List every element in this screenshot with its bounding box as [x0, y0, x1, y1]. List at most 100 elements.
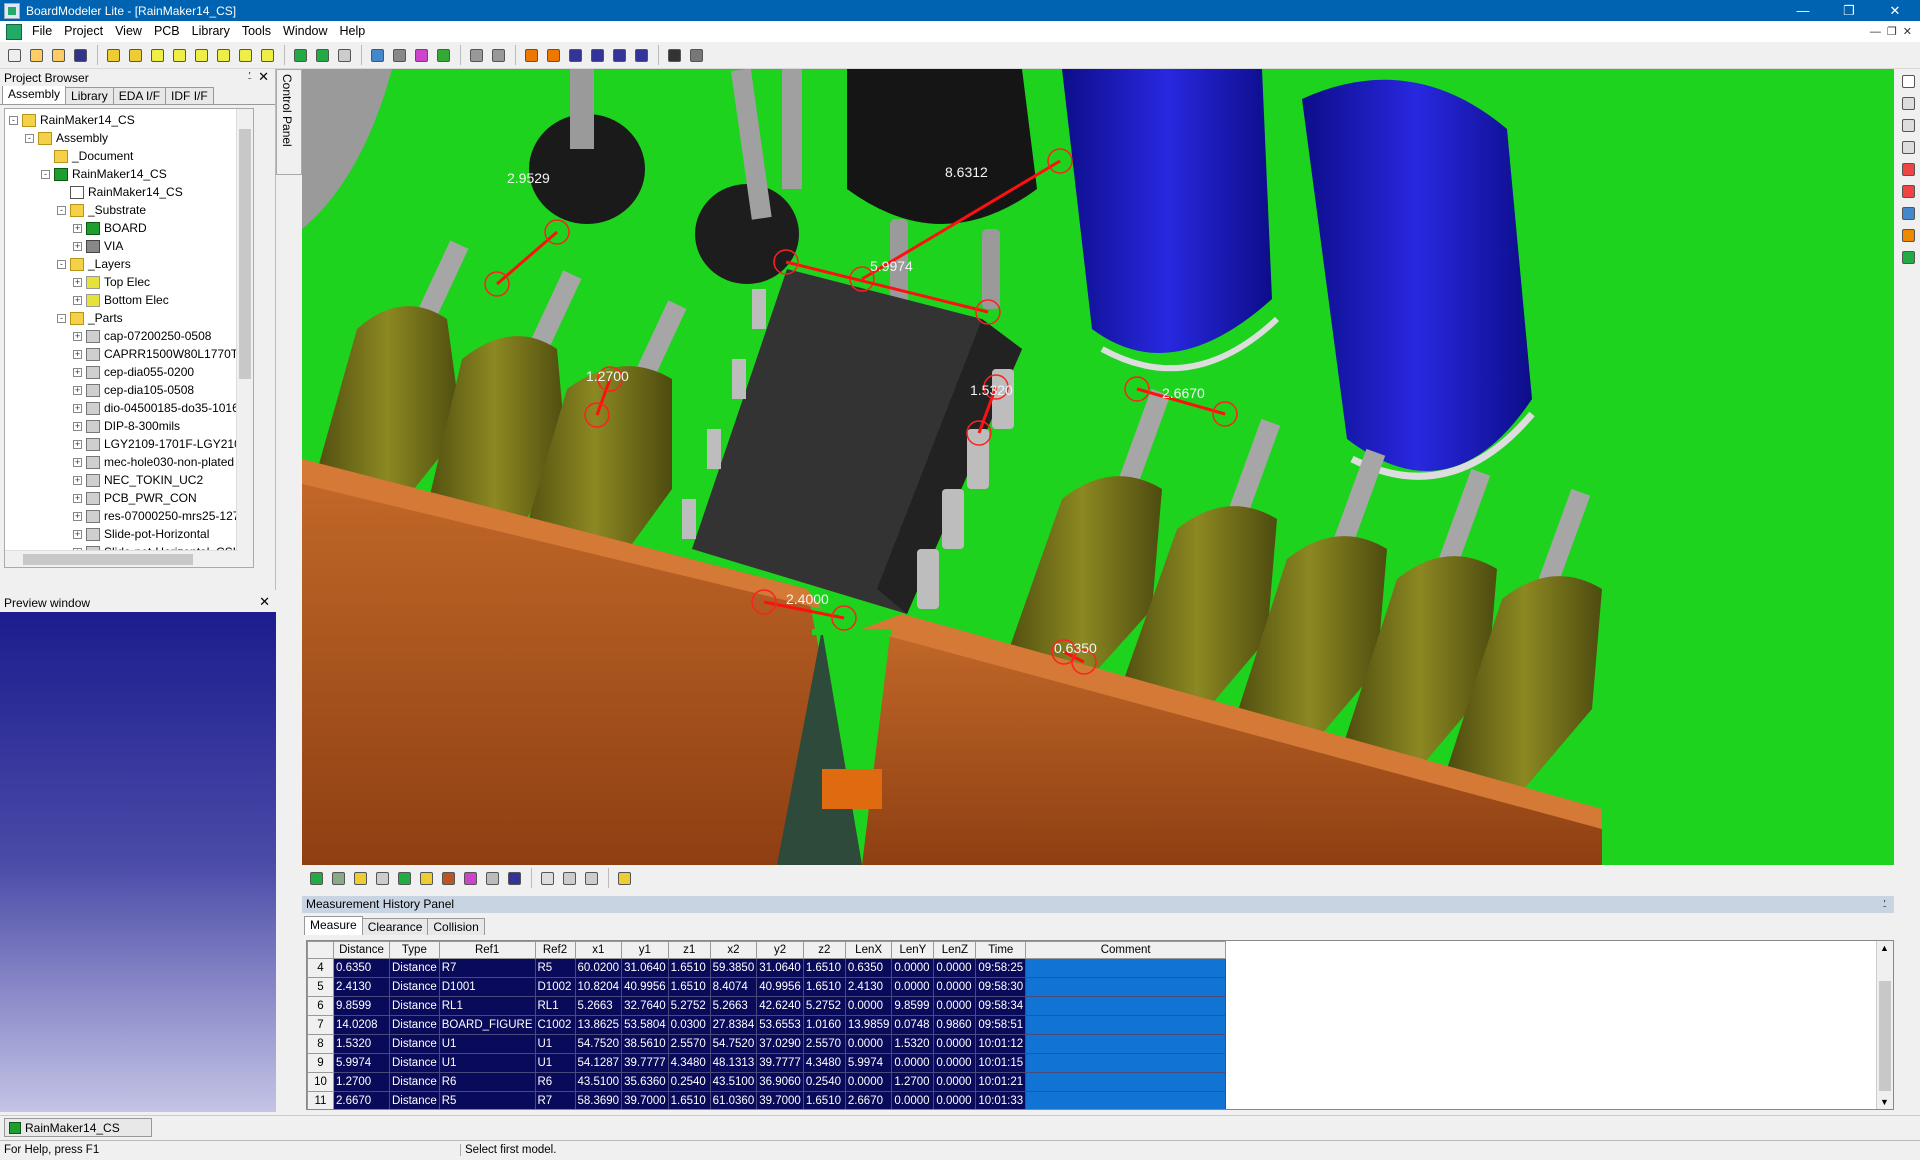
table-cell[interactable]: 10:01:15: [975, 1053, 1027, 1073]
table-cell[interactable]: Distance: [389, 1034, 440, 1054]
table-cell[interactable]: 5.2752: [667, 996, 711, 1016]
menu-file[interactable]: File: [26, 21, 58, 42]
close-icon[interactable]: ✕: [258, 69, 269, 85]
column-header-type[interactable]: Type: [389, 941, 440, 959]
column-header-y1[interactable]: y1: [621, 941, 669, 959]
table-cell[interactable]: 4.3480: [802, 1053, 846, 1073]
table-row[interactable]: 10 1.2700 Distance R6 R6 43.5100 35.6360 0.2540…: [307, 1072, 1227, 1092]
table-cell[interactable]: 4.3480: [667, 1053, 711, 1073]
layer-yellow-button[interactable]: [350, 868, 370, 888]
table-cell[interactable]: 1.2700: [333, 1072, 390, 1092]
expander-icon[interactable]: +: [73, 457, 82, 467]
table-cell[interactable]: Distance: [389, 1053, 440, 1073]
table-cell[interactable]: [1025, 1072, 1227, 1092]
column-header-z1[interactable]: z1: [667, 941, 711, 959]
layers-button[interactable]: [1898, 247, 1918, 267]
table-cell[interactable]: 0.2540: [802, 1072, 846, 1092]
table-cell[interactable]: 1.5320: [891, 1034, 935, 1054]
pcb-3d-scene[interactable]: 2.9529 8.6312 5.9974 1.2700 1.5320 2.6670 2.40…: [302, 69, 1894, 865]
mdi-minimize-icon[interactable]: —: [1870, 26, 1881, 38]
table-cell[interactable]: 36.9060: [756, 1072, 804, 1092]
tree-node[interactable]: + DIP-8-300mils: [73, 417, 180, 435]
minimize-button[interactable]: —: [1780, 0, 1826, 21]
menu-pcb[interactable]: PCB: [148, 21, 186, 42]
table-cell[interactable]: 0.0000: [891, 977, 935, 997]
table-cell[interactable]: BOARD_FIGURE: [438, 1015, 536, 1035]
mdi-restore-icon[interactable]: ❐: [1887, 25, 1897, 38]
scroll-down-icon[interactable]: ▼: [1880, 1097, 1889, 1107]
column-header-lenx[interactable]: LenX: [844, 941, 893, 959]
view-button[interactable]: [1898, 137, 1918, 157]
mdi-close-icon[interactable]: ✕: [1903, 25, 1912, 38]
table-cell[interactable]: 2.4130: [844, 977, 893, 997]
preview-canvas[interactable]: [0, 612, 276, 1112]
table-cell[interactable]: 5.9974: [333, 1053, 390, 1073]
table-cell[interactable]: 61.0360: [709, 1091, 758, 1109]
table-cell[interactable]: 32.7640: [621, 996, 669, 1016]
table-cell[interactable]: 13.8625: [574, 1015, 623, 1035]
clearance-button[interactable]: [543, 45, 563, 65]
expander-icon[interactable]: -: [57, 259, 66, 269]
table-cell[interactable]: R5: [534, 958, 576, 978]
table-cell[interactable]: 39.7000: [756, 1091, 804, 1109]
table-cell[interactable]: 2.5570: [667, 1034, 711, 1054]
expander-icon[interactable]: -: [57, 313, 66, 323]
expander-icon[interactable]: +: [73, 529, 82, 539]
table-cell[interactable]: 53.5804: [621, 1015, 669, 1035]
tree-node[interactable]: - _Substrate: [57, 201, 146, 219]
table-cell[interactable]: 10:01:33: [975, 1091, 1027, 1109]
expander-icon[interactable]: +: [73, 421, 82, 431]
column-header-lenz[interactable]: LenZ: [933, 941, 977, 959]
expander-icon[interactable]: +: [73, 223, 82, 233]
table-cell[interactable]: 10.8204: [574, 977, 623, 997]
table-cell[interactable]: 31.0640: [756, 958, 804, 978]
connector-button[interactable]: [438, 868, 458, 888]
column-header-y2[interactable]: y2: [756, 941, 804, 959]
expander-icon[interactable]: +: [73, 403, 82, 413]
table-cell[interactable]: 0.0300: [667, 1015, 711, 1035]
table-cell[interactable]: 48.1313: [709, 1053, 758, 1073]
scroll-thumb[interactable]: [23, 554, 193, 565]
row-number[interactable]: 10: [307, 1072, 334, 1092]
tree-node[interactable]: + cep-dia055-0200: [73, 363, 194, 381]
table-cell[interactable]: 5.2752: [802, 996, 846, 1016]
table-cell[interactable]: 58.3690: [574, 1091, 623, 1109]
table-cell[interactable]: 0.0000: [933, 1091, 977, 1109]
table-cell[interactable]: 60.0200: [574, 958, 623, 978]
tree-node[interactable]: - Assembly: [25, 129, 108, 147]
menu-project[interactable]: Project: [58, 21, 109, 42]
table-cell[interactable]: 0.0000: [844, 996, 893, 1016]
table-cell[interactable]: [1025, 1015, 1227, 1035]
column-header-x2[interactable]: x2: [709, 941, 758, 959]
tree-horizontal-scrollbar[interactable]: [5, 550, 238, 567]
table-cell[interactable]: 0.6350: [844, 958, 893, 978]
tree-node[interactable]: _Document: [41, 147, 133, 165]
expander-icon[interactable]: +: [73, 241, 82, 251]
tab-measure[interactable]: Measure: [304, 916, 363, 935]
tab-clearance[interactable]: Clearance: [361, 918, 429, 935]
chart-button[interactable]: [367, 45, 387, 65]
board-outline-button[interactable]: [394, 868, 414, 888]
part-button[interactable]: [103, 45, 123, 65]
pointer-button[interactable]: [1898, 71, 1918, 91]
table-cell[interactable]: 39.7777: [756, 1053, 804, 1073]
grid-button[interactable]: [389, 45, 409, 65]
table-cell[interactable]: 53.6553: [756, 1015, 804, 1035]
column-header-leny[interactable]: LenY: [891, 941, 935, 959]
table-cell[interactable]: 0.6350: [333, 958, 390, 978]
menu-library[interactable]: Library: [186, 21, 236, 42]
tab-idfif[interactable]: IDF I/F: [165, 87, 214, 104]
menu-help[interactable]: Help: [334, 21, 372, 42]
table-cell[interactable]: 0.0000: [844, 1034, 893, 1054]
table-cell[interactable]: 5.9974: [844, 1053, 893, 1073]
window2-button[interactable]: [488, 45, 508, 65]
dimension-button[interactable]: [1898, 181, 1918, 201]
table-cell[interactable]: 0.0000: [891, 1053, 935, 1073]
expander-icon[interactable]: -: [57, 205, 66, 215]
menu-window[interactable]: Window: [277, 21, 333, 42]
fit-button[interactable]: [631, 45, 651, 65]
tab-library[interactable]: Library: [65, 87, 114, 104]
layer2-button[interactable]: [169, 45, 189, 65]
table-cell[interactable]: R7: [534, 1091, 576, 1109]
table-row[interactable]: 4 0.6350 Distance R7 R5 60.0200 31.0640 1.6510 5…: [307, 958, 1227, 978]
